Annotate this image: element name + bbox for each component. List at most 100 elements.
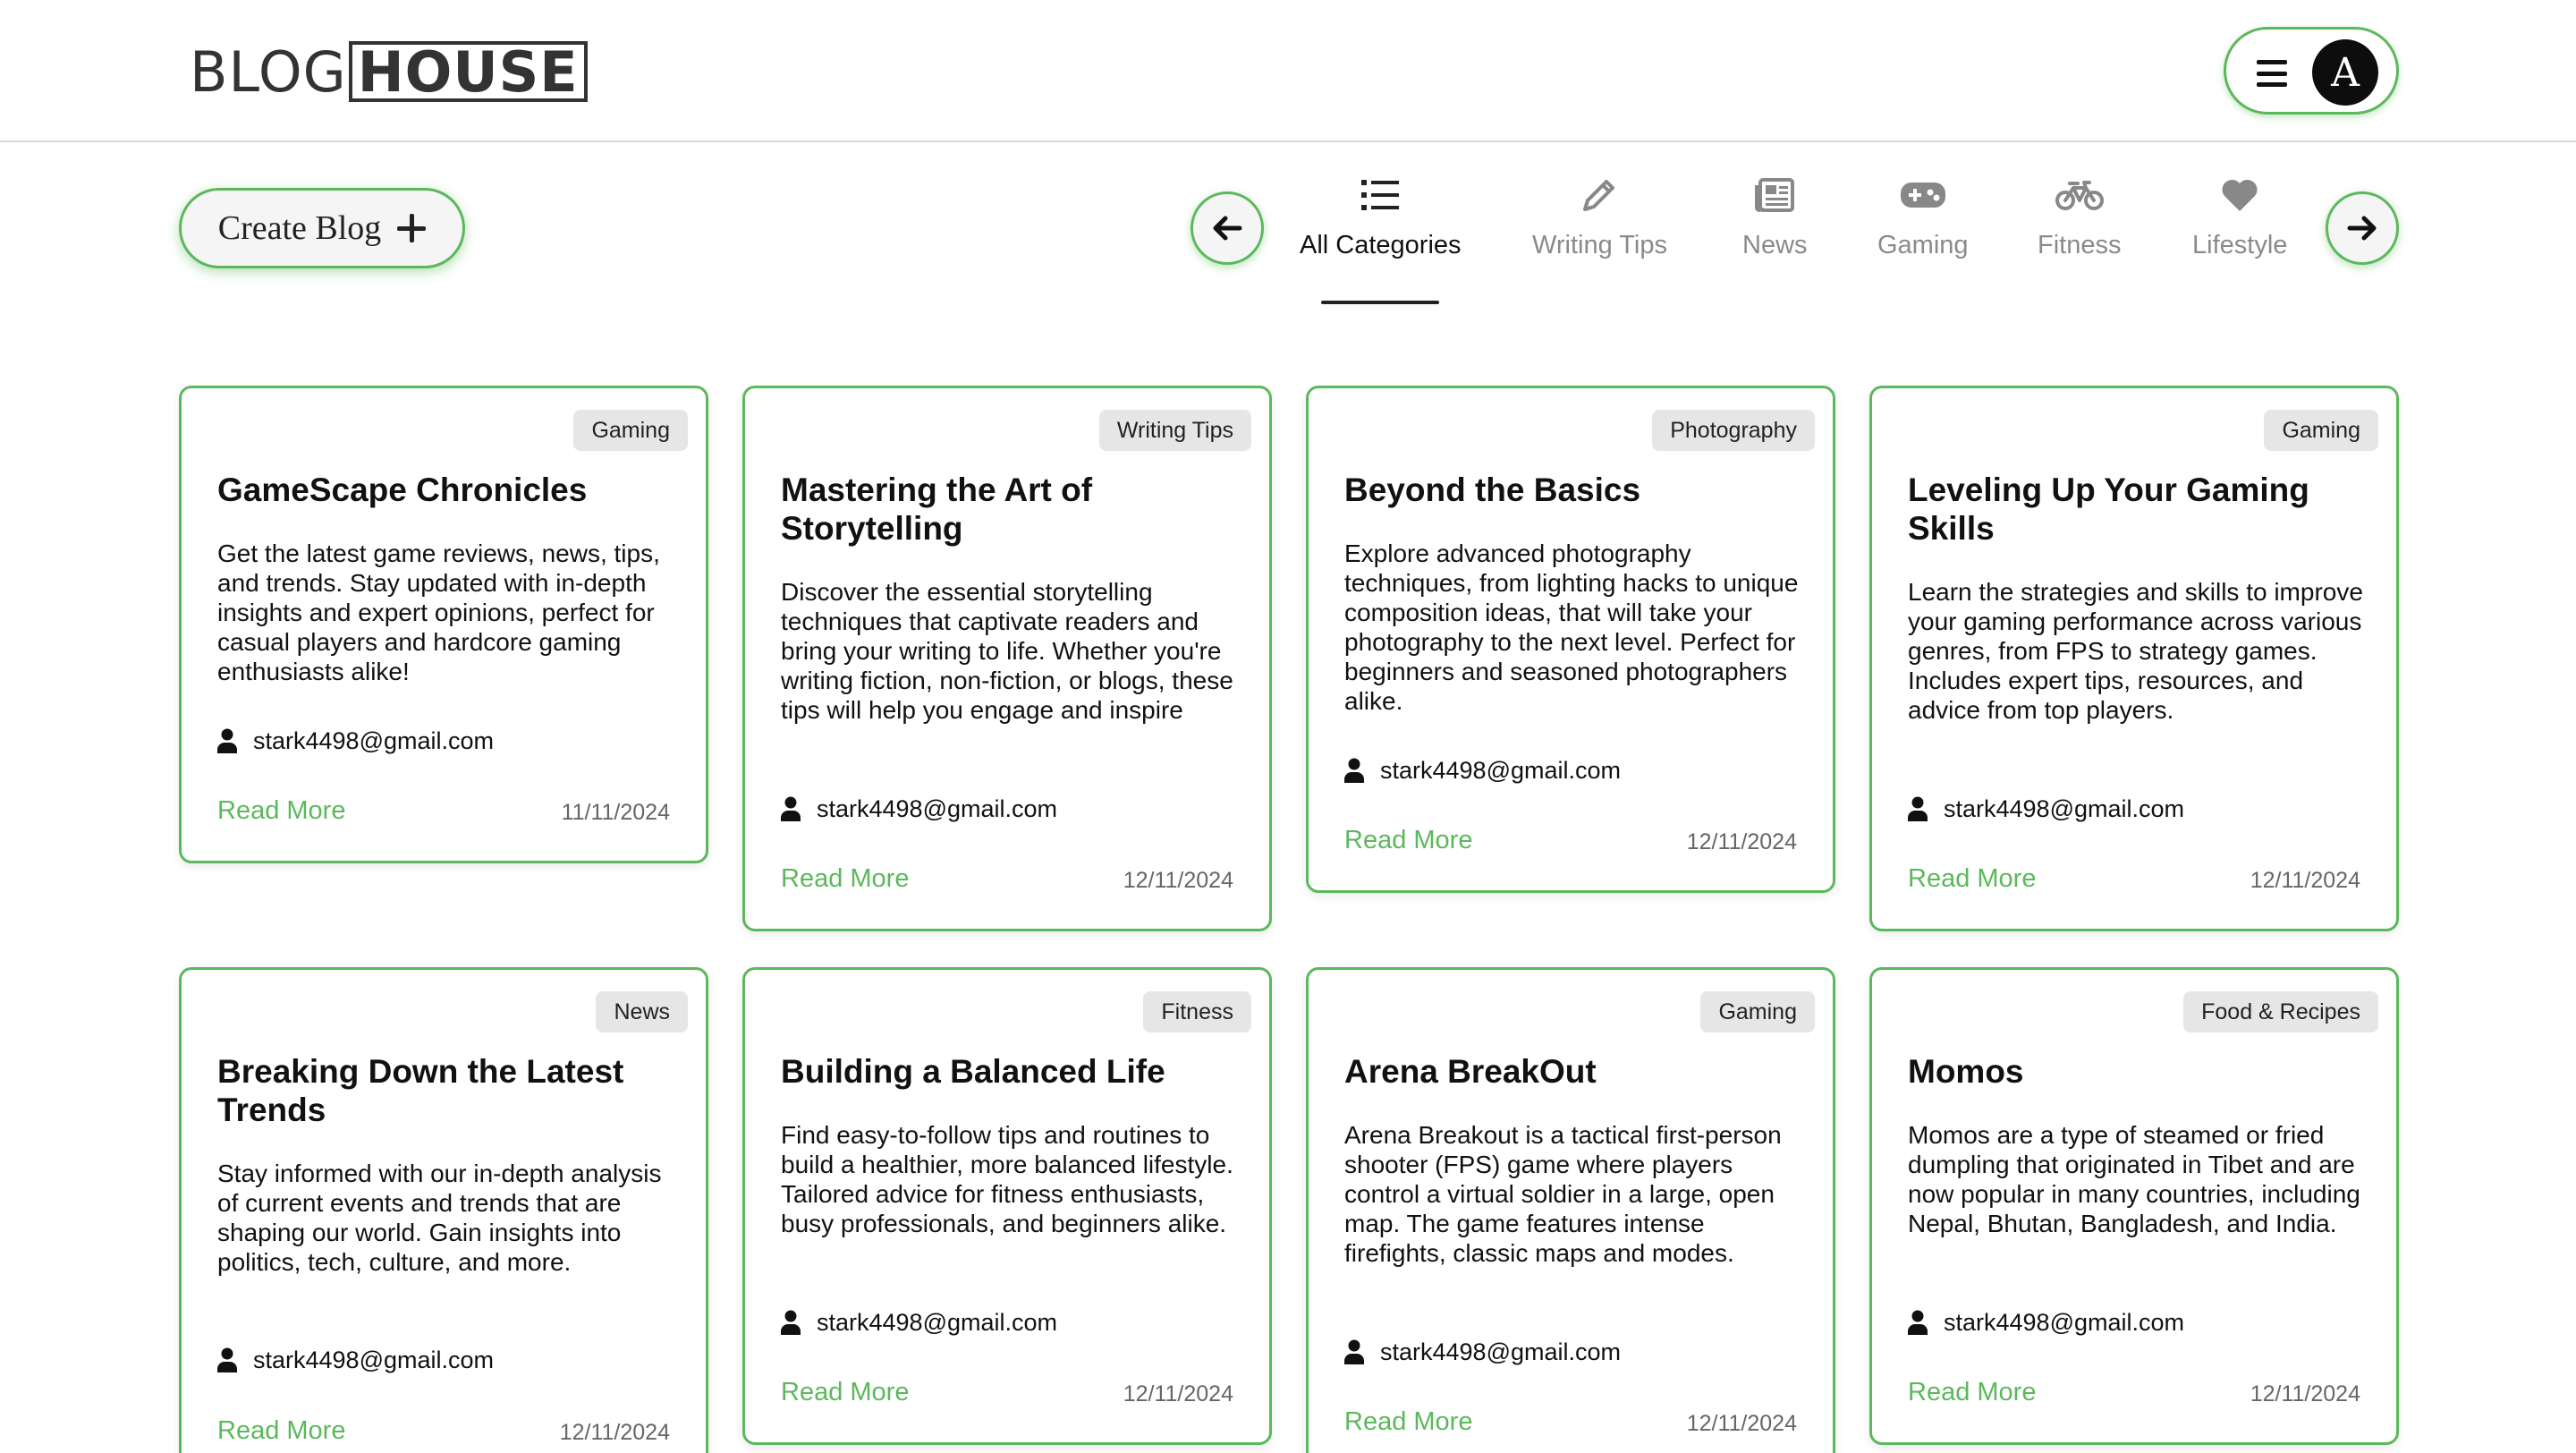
author-email: stark4498@gmail.com — [1944, 794, 2185, 822]
read-more-link[interactable]: Read More — [1908, 1378, 2036, 1407]
post-date: 12/11/2024 — [1123, 1381, 1233, 1406]
arrow-left-icon — [1213, 216, 1242, 241]
card-title: Leveling Up Your Gaming Skills — [1908, 472, 2309, 547]
post-date: 12/11/2024 — [2250, 1381, 2360, 1406]
category-badge: News — [596, 991, 688, 1032]
author-email: stark4498@gmail.com — [253, 1346, 495, 1373]
read-more-link[interactable]: Read More — [1908, 864, 2036, 894]
category-prev-button[interactable] — [1191, 191, 1264, 265]
tab-label: Lifestyle — [2192, 231, 2288, 259]
arrow-right-icon — [2347, 216, 2377, 241]
post-date: 12/11/2024 — [2250, 868, 2360, 893]
author-email: stark4498@gmail.com — [817, 794, 1058, 822]
category-badge: Food & Recipes — [2183, 991, 2378, 1032]
bicycle-icon — [2055, 166, 2104, 224]
author-email: stark4498@gmail.com — [1380, 1338, 1622, 1365]
post-date: 12/11/2024 — [1686, 829, 1797, 854]
card-title: Building a Balanced Life — [781, 1053, 1165, 1090]
tab-label: All Categories — [1300, 231, 1462, 259]
card-title: GameScape Chronicles — [217, 472, 588, 508]
blog-card[interactable]: News Breaking Down the Latest Trends Sta… — [179, 967, 708, 1453]
avatar[interactable]: A — [2312, 39, 2378, 106]
active-tab-indicator — [1321, 301, 1439, 304]
read-more-link[interactable]: Read More — [1344, 826, 1472, 855]
post-date: 12/11/2024 — [559, 1420, 670, 1445]
read-more-link[interactable]: Read More — [781, 864, 909, 894]
card-author: stark4498@gmail.com — [217, 1344, 494, 1376]
logo-text-blog: BLOG — [190, 38, 347, 105]
category-badge: Fitness — [1143, 991, 1251, 1032]
user-icon — [217, 728, 237, 753]
plus-icon — [397, 214, 427, 242]
pencil-icon — [1580, 166, 1619, 224]
post-date: 11/11/2024 — [561, 800, 670, 825]
card-description: Learn the strategies and skills to impro… — [1908, 578, 2363, 724]
read-more-link[interactable]: Read More — [217, 796, 345, 826]
top-header: BLOG HOUSE A — [0, 0, 2576, 142]
category-badge: Gaming — [2264, 410, 2378, 451]
heart-icon — [2220, 166, 2259, 224]
card-description: Find easy-to-follow tips and routines to… — [781, 1121, 1233, 1237]
logo-text-house: HOUSE — [348, 41, 588, 102]
list-icon — [1361, 166, 1400, 224]
gamepad-icon — [1900, 166, 1946, 224]
tab-label: News — [1742, 231, 1808, 259]
card-title: Breaking Down the Latest Trends — [217, 1053, 624, 1128]
card-description: Get the latest game reviews, news, tips,… — [217, 540, 660, 685]
card-description: Discover the essential storytelling tech… — [781, 578, 1233, 724]
card-description: Explore advanced photography techniques,… — [1344, 540, 1799, 715]
tab-fitness[interactable]: Fitness — [2038, 161, 2121, 268]
card-author: stark4498@gmail.com — [217, 725, 494, 757]
tab-label: Writing Tips — [1532, 231, 1667, 259]
category-badge: Writing Tips — [1098, 410, 1251, 451]
card-author: stark4498@gmail.com — [1344, 1336, 1621, 1368]
user-icon — [1908, 796, 1928, 821]
user-icon — [1344, 1339, 1364, 1364]
tab-label: Fitness — [2038, 231, 2122, 259]
tab-label: Gaming — [1877, 231, 1969, 259]
card-author: stark4498@gmail.com — [781, 1306, 1057, 1338]
post-date: 12/11/2024 — [1123, 868, 1233, 893]
category-badge: Gaming — [573, 410, 688, 451]
user-icon — [781, 1310, 801, 1335]
tab-gaming[interactable]: Gaming — [1877, 161, 1969, 268]
card-author: stark4498@gmail.com — [1908, 1306, 2184, 1338]
blog-card[interactable]: Food & Recipes Momos Momos are a type of… — [1869, 967, 2399, 1445]
author-email: stark4498@gmail.com — [1380, 756, 1622, 784]
category-badge: Gaming — [1700, 991, 1815, 1032]
post-date: 12/11/2024 — [1686, 1411, 1797, 1436]
card-author: stark4498@gmail.com — [1344, 754, 1621, 786]
read-more-link[interactable]: Read More — [1344, 1407, 1472, 1437]
card-description: Arena Breakout is a tactical first-perso… — [1344, 1121, 1782, 1267]
author-email: stark4498@gmail.com — [817, 1308, 1058, 1336]
user-icon — [781, 796, 801, 821]
blog-card[interactable]: Gaming Leveling Up Your Gaming Skills Le… — [1869, 386, 2399, 931]
card-title: Beyond the Basics — [1344, 472, 1641, 508]
site-logo[interactable]: BLOG HOUSE — [190, 38, 588, 105]
read-more-link[interactable]: Read More — [781, 1378, 909, 1407]
tab-news[interactable]: News — [1742, 161, 1808, 268]
user-icon — [217, 1347, 237, 1372]
user-icon — [1344, 758, 1364, 783]
author-email: stark4498@gmail.com — [1944, 1308, 2185, 1336]
card-title: Momos — [1908, 1053, 2024, 1090]
blog-card[interactable]: Fitness Building a Balanced Life Find ea… — [742, 967, 1272, 1445]
hamburger-menu-icon[interactable] — [2257, 60, 2287, 87]
card-author: stark4498@gmail.com — [781, 793, 1057, 825]
category-next-button[interactable] — [2326, 191, 2399, 265]
card-title: Arena BreakOut — [1344, 1053, 1597, 1090]
newspaper-icon — [1755, 166, 1795, 224]
read-more-link[interactable]: Read More — [217, 1416, 345, 1446]
blog-card[interactable]: Photography Beyond the Basics Explore ad… — [1306, 386, 1835, 893]
tab-writing-tips[interactable]: Writing Tips — [1532, 161, 1667, 268]
tab-all-categories[interactable]: All Categories — [1300, 161, 1462, 268]
card-description: Momos are a type of steamed or fried dum… — [1908, 1121, 2360, 1237]
blog-card[interactable]: Gaming GameScape Chronicles Get the late… — [179, 386, 708, 863]
card-title: Mastering the Art of Storytelling — [781, 472, 1093, 547]
tab-lifestyle[interactable]: Lifestyle — [2192, 161, 2287, 268]
card-author: stark4498@gmail.com — [1908, 793, 2184, 825]
blog-card[interactable]: Writing Tips Mastering the Art of Storyt… — [742, 386, 1272, 931]
create-blog-button[interactable]: Create Blog — [179, 188, 465, 268]
user-menu-pill[interactable]: A — [2224, 27, 2399, 115]
blog-card[interactable]: Gaming Arena BreakOut Arena Breakout is … — [1306, 967, 1835, 1453]
